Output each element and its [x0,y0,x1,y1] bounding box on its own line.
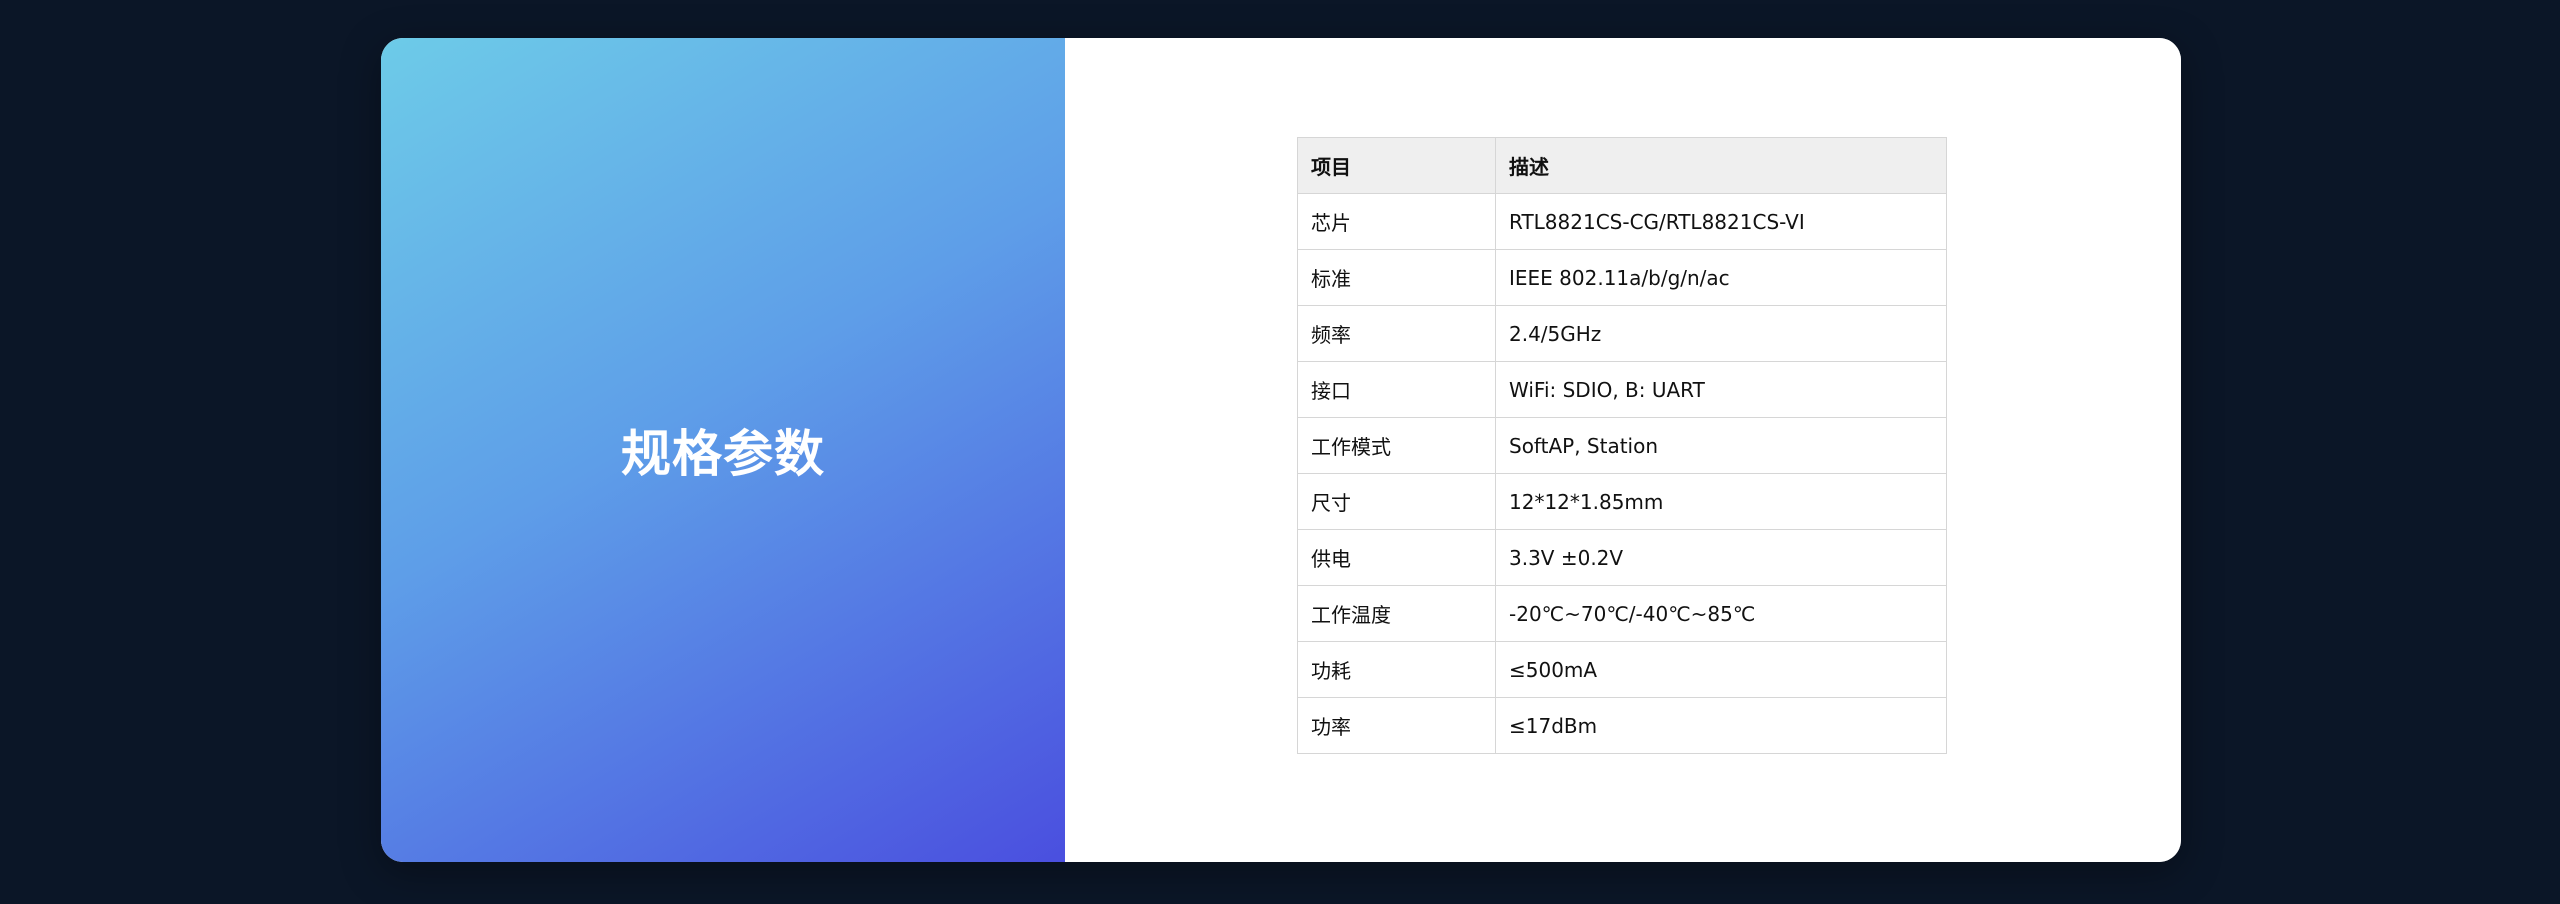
row-value: 2.4/5GHz [1495,305,1947,362]
row-label: 功耗 [1297,641,1496,698]
table-row: 工作温度 -20℃~70℃/-40℃~85℃ [1297,585,1947,642]
row-label: 工作温度 [1297,585,1496,642]
row-value: RTL8821CS-CG/RTL8821CS-VI [1495,193,1947,250]
table-row: 频率 2.4/5GHz [1297,305,1947,362]
table-row: 供电 3.3V ±0.2V [1297,529,1947,586]
header-description: 描述 [1495,137,1947,194]
row-value: SoftAP, Station [1495,417,1947,474]
table-row: 尺寸 12*12*1.85mm [1297,473,1947,530]
row-value: 12*12*1.85mm [1495,473,1947,530]
slide-card: 规格参数 项目 描述 芯片 RTL8821CS-CG/RTL8821CS-VI … [381,38,2181,862]
table-header-row: 项目 描述 [1297,137,1947,194]
row-label: 频率 [1297,305,1496,362]
table-row: 功耗 ≤500mA [1297,641,1947,698]
row-value: ≤500mA [1495,641,1947,698]
row-label: 接口 [1297,361,1496,418]
table-row: 工作模式 SoftAP, Station [1297,417,1947,474]
row-label: 标准 [1297,249,1496,306]
row-label: 供电 [1297,529,1496,586]
table-row: 芯片 RTL8821CS-CG/RTL8821CS-VI [1297,193,1947,250]
row-value: -20℃~70℃/-40℃~85℃ [1495,585,1947,642]
row-value: ≤17dBm [1495,697,1947,754]
row-value: WiFi: SDIO, B: UART [1495,361,1947,418]
row-value: IEEE 802.11a/b/g/n/ac [1495,249,1947,306]
row-label: 芯片 [1297,193,1496,250]
row-label: 工作模式 [1297,417,1496,474]
table-row: 功率 ≤17dBm [1297,697,1947,754]
row-label: 尺寸 [1297,473,1496,530]
table-row: 标准 IEEE 802.11a/b/g/n/ac [1297,249,1947,306]
title-panel: 规格参数 [381,38,1065,862]
section-title: 规格参数 [621,425,825,483]
row-label: 功率 [1297,697,1496,754]
row-value: 3.3V ±0.2V [1495,529,1947,586]
content-panel: 项目 描述 芯片 RTL8821CS-CG/RTL8821CS-VI 标准 IE… [1065,38,2181,862]
spec-table: 项目 描述 芯片 RTL8821CS-CG/RTL8821CS-VI 标准 IE… [1297,137,1947,754]
table-row: 接口 WiFi: SDIO, B: UART [1297,361,1947,418]
header-item: 项目 [1297,137,1496,194]
